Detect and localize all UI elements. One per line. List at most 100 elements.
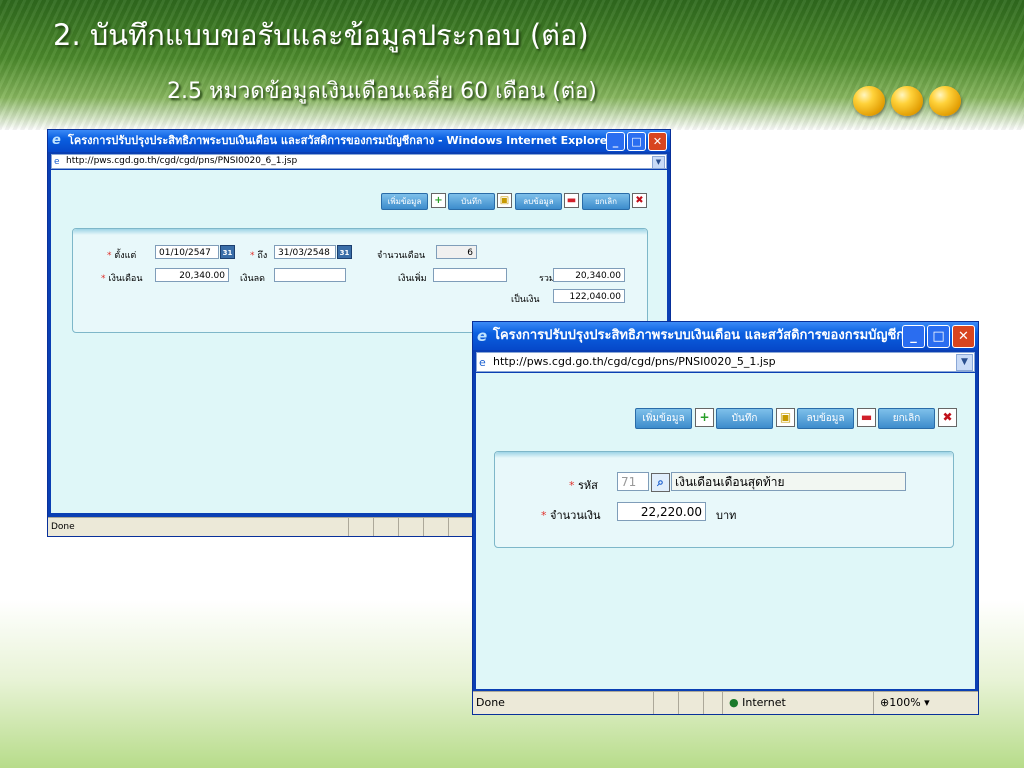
calendar-icon[interactable]: 31 bbox=[337, 245, 352, 259]
status-segment bbox=[873, 692, 874, 714]
status-bar: Done ● Internet ⊕100% ▾ bbox=[473, 691, 978, 714]
total-field: 20,340.00 bbox=[553, 268, 625, 282]
status-segment bbox=[678, 692, 679, 714]
minimize-button[interactable]: _ bbox=[902, 325, 925, 348]
to-date-label-text: ถึง bbox=[257, 251, 268, 261]
slide-title: 2. บันทึกแบบขอรับและข้อมูลประกอบ (ต่อ) bbox=[53, 18, 589, 52]
status-segment bbox=[398, 518, 399, 536]
address-bar[interactable]: e http://pws.cgd.go.th/cgd/cgd/pns/PNSI0… bbox=[476, 352, 975, 372]
internet-zone: ● Internet bbox=[729, 692, 786, 714]
close-button[interactable]: ✕ bbox=[952, 325, 975, 348]
status-segment bbox=[722, 692, 723, 714]
months-field: 6 bbox=[436, 245, 477, 259]
status-segment bbox=[373, 518, 374, 536]
window-titlebar[interactable]: e โครงการปรับปรุงประสิทธิภาพระบบเงินเดือ… bbox=[48, 130, 670, 152]
cancel-button[interactable]: ยกเลิก bbox=[582, 193, 630, 210]
address-bar[interactable]: e http://pws.cgd.go.th/cgd/cgd/pns/PNSI0… bbox=[51, 154, 667, 169]
status-segment bbox=[703, 692, 704, 714]
address-dropdown-button[interactable]: ▼ bbox=[652, 156, 665, 168]
code-input[interactable]: 71 bbox=[617, 472, 649, 491]
from-date-label: * ตั้งแต่ bbox=[107, 251, 137, 261]
amount-label: * จำนวนเงิน bbox=[541, 509, 601, 522]
page-icon: e bbox=[479, 356, 486, 369]
orb-icon bbox=[853, 86, 885, 116]
amount-field: 122,040.00 bbox=[553, 289, 625, 303]
salary-input[interactable]: 20,340.00 bbox=[155, 268, 229, 282]
address-url: http://pws.cgd.go.th/cgd/cgd/pns/PNSI002… bbox=[66, 156, 298, 166]
code-label-text: รหัส bbox=[578, 479, 598, 492]
page-icon: e bbox=[54, 157, 60, 167]
address-dropdown-button[interactable]: ▼ bbox=[956, 354, 973, 371]
status-segment bbox=[448, 518, 449, 536]
from-date-input[interactable]: 01/10/2547 bbox=[155, 245, 219, 259]
save-button[interactable]: บันทึก bbox=[716, 408, 773, 429]
cancel-button[interactable]: ยกเลิก bbox=[878, 408, 935, 429]
code-label: * รหัส bbox=[569, 479, 598, 492]
amount-label-text: จำนวนเงิน bbox=[550, 509, 601, 522]
save-icon[interactable]: ▣ bbox=[497, 193, 512, 208]
minimize-icon: _ bbox=[612, 135, 619, 148]
delete-icon[interactable]: ▬ bbox=[857, 408, 876, 427]
window-title: โครงการปรับปรุงประสิทธิภาพระบบเงินเดือน … bbox=[493, 328, 919, 343]
maximize-icon: □ bbox=[932, 329, 945, 344]
add-button[interactable]: เพิ่มข้อมูล bbox=[381, 193, 428, 210]
amount-input[interactable]: 22,220.00 bbox=[617, 502, 706, 521]
minimize-icon: _ bbox=[910, 329, 917, 344]
address-url: http://pws.cgd.go.th/cgd/cgd/pns/PNSI002… bbox=[493, 355, 776, 368]
add-icon[interactable]: + bbox=[431, 193, 446, 208]
window-titlebar[interactable]: e โครงการปรับปรุงประสิทธิภาพระบบเงินเดือ… bbox=[473, 322, 978, 350]
ie-logo-icon: e bbox=[477, 327, 488, 345]
amount-label: เป็นเงิน bbox=[511, 295, 540, 305]
status-segment bbox=[653, 692, 654, 714]
status-segment bbox=[348, 518, 349, 536]
ie-logo-icon: e bbox=[52, 133, 61, 148]
status-segment bbox=[423, 518, 424, 536]
calendar-icon[interactable]: 31 bbox=[220, 245, 235, 259]
delete-button[interactable]: ลบข้อมูล bbox=[797, 408, 854, 429]
minimize-button[interactable]: _ bbox=[606, 132, 625, 151]
to-date-label: * ถึง bbox=[250, 251, 268, 261]
deduct-label: เงินลด bbox=[240, 274, 265, 284]
deduct-input[interactable] bbox=[274, 268, 346, 282]
decorative-dots bbox=[853, 86, 967, 120]
panel-header bbox=[495, 452, 953, 458]
extra-label: เงินเพิ่ม bbox=[398, 274, 427, 284]
delete-button[interactable]: ลบข้อมูล bbox=[515, 193, 562, 210]
code-description-field: เงินเดือนเดือนสุดท้าย bbox=[671, 472, 906, 491]
form-panel: * รหัส 71 ⌕ เงินเดือนเดือนสุดท้าย * จำนว… bbox=[494, 451, 954, 548]
globe-icon: ● bbox=[729, 696, 739, 709]
status-text: Done bbox=[51, 522, 75, 532]
status-text: Done bbox=[476, 696, 505, 709]
maximize-icon: □ bbox=[631, 135, 642, 148]
salary-label-text: เงินเดือน bbox=[108, 274, 143, 284]
months-label: จำนวนเดือน bbox=[377, 251, 426, 261]
close-icon: ✕ bbox=[958, 329, 969, 344]
browser-window-2: e โครงการปรับปรุงประสิทธิภาพระบบเงินเดือ… bbox=[472, 321, 979, 715]
slide-subtitle: 2.5 หมวดข้อมูลเงินเดือนเฉลี่ย 60 เดือน (… bbox=[167, 79, 597, 104]
search-button[interactable]: ⌕ bbox=[651, 473, 670, 492]
maximize-button[interactable]: □ bbox=[627, 132, 646, 151]
panel-header bbox=[73, 229, 647, 235]
add-button[interactable]: เพิ่มข้อมูล bbox=[635, 408, 692, 429]
zone-text: Internet bbox=[742, 696, 786, 709]
salary-label: * เงินเดือน bbox=[101, 274, 143, 284]
close-icon: ✕ bbox=[652, 135, 663, 148]
save-button[interactable]: บันทึก bbox=[448, 193, 495, 210]
orb-icon bbox=[929, 86, 961, 116]
zoom-icon: ⊕ bbox=[880, 696, 890, 709]
cancel-icon[interactable]: ✖ bbox=[632, 193, 647, 208]
to-date-input[interactable]: 31/03/2548 bbox=[274, 245, 336, 259]
unit-label: บาท bbox=[716, 509, 737, 522]
from-date-label-text: ตั้งแต่ bbox=[114, 251, 137, 261]
zoom-control[interactable]: ⊕100% ▾ bbox=[880, 692, 930, 714]
maximize-button[interactable]: □ bbox=[927, 325, 950, 348]
zoom-text: 100% bbox=[889, 696, 921, 709]
orb-icon bbox=[891, 86, 923, 116]
close-button[interactable]: ✕ bbox=[648, 132, 667, 151]
page-content: เพิ่มข้อมูล + บันทึก ▣ ลบข้อมูล ▬ ยกเลิก… bbox=[476, 373, 975, 689]
cancel-icon[interactable]: ✖ bbox=[938, 408, 957, 427]
add-icon[interactable]: + bbox=[695, 408, 714, 427]
save-icon[interactable]: ▣ bbox=[776, 408, 795, 427]
extra-input[interactable] bbox=[433, 268, 507, 282]
delete-icon[interactable]: ▬ bbox=[564, 193, 579, 208]
